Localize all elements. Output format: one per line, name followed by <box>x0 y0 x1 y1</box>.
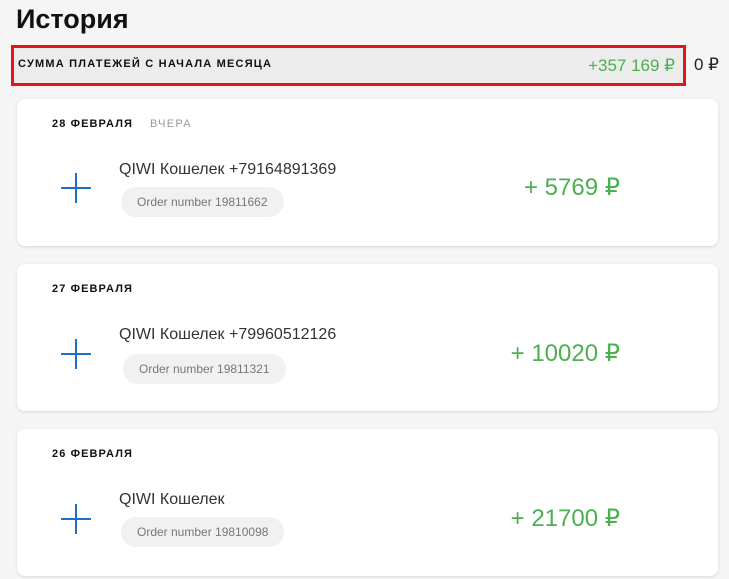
transaction-amount: + 5769 ₽ <box>523 174 620 201</box>
transaction-provider: QIWI Кошелек +79960512126 <box>119 326 337 343</box>
group-relative-date: ВЧЕРА <box>150 118 192 130</box>
transaction-provider: QIWI Кошелек +79164891369 <box>119 161 337 178</box>
summary-label: СУММА ПЛАТЕЖЕЙ С НАЧАЛА МЕСЯЦА <box>18 58 273 70</box>
history-group-card: 27 ФЕВРАЛЯ QIWI Кошелек +79960512126 Ord… <box>17 264 718 411</box>
order-number-badge: Order number 19810098 <box>121 517 285 547</box>
order-number-badge: Order number 19811321 <box>123 354 286 384</box>
group-date: 26 ФЕВРАЛЯ <box>52 448 134 460</box>
summary-income: +357 169 ₽ <box>588 56 675 75</box>
order-number-badge: Order number 19811662 <box>121 187 284 217</box>
month-summary: СУММА ПЛАТЕЖЕЙ С НАЧАЛА МЕСЯЦА +357 169 … <box>11 45 686 86</box>
transaction-amount: + 10020 ₽ <box>510 340 620 367</box>
transaction-amount: + 21700 ₽ <box>510 505 620 532</box>
history-group-card: 26 ФЕВРАЛЯ QIWI Кошелек Order number 198… <box>17 429 718 576</box>
page-title: История <box>16 4 129 34</box>
plus-icon <box>61 339 91 369</box>
history-group-card: 28 ФЕВРАЛЯ ВЧЕРА QIWI Кошелек +791648913… <box>17 99 718 246</box>
plus-icon <box>61 504 91 534</box>
transaction-provider: QIWI Кошелек <box>119 491 225 508</box>
group-date: 28 ФЕВРАЛЯ <box>52 118 134 130</box>
plus-icon <box>61 173 91 203</box>
group-date: 27 ФЕВРАЛЯ <box>52 283 134 295</box>
summary-outcome: 0 ₽ <box>694 55 719 74</box>
